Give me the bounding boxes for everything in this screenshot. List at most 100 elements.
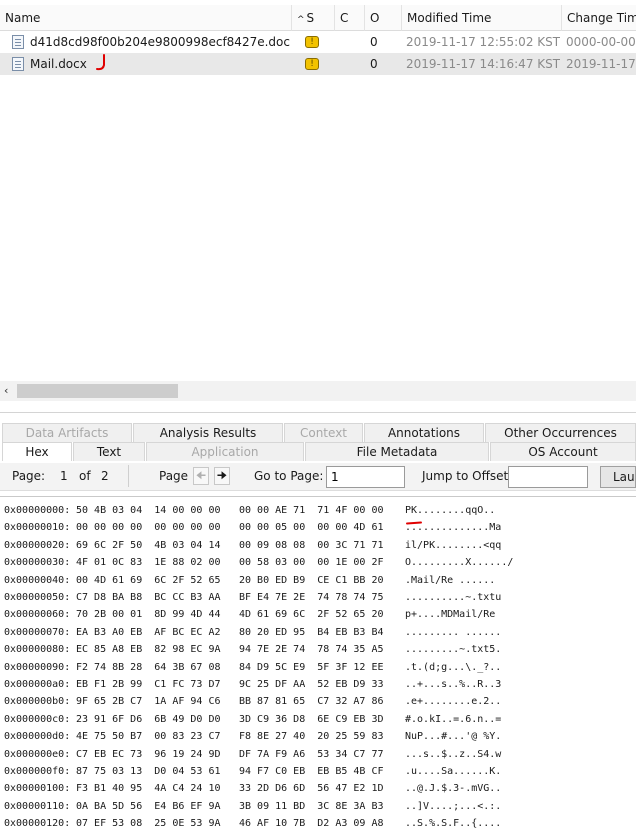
warning-icon: ! — [305, 58, 319, 70]
hex-offset: 0x00000000: — [4, 505, 71, 516]
hex-ascii: .t.(d;g...\._?.. — [405, 661, 502, 673]
column-header-change-time[interactable]: Change Time — [562, 5, 636, 31]
hex-bytes-low: F2 74 8B 28 64 3B 67 08 — [76, 661, 221, 673]
hex-bytes-high: 46 AF 10 7B D2 A3 09 A8 — [239, 818, 384, 830]
goto-page-input[interactable] — [326, 466, 405, 488]
tab-other-occurrences[interactable]: Other Occurrences — [485, 423, 636, 442]
hex-bytes-low: 9F 65 2B C7 1A AF 94 C6 — [76, 696, 221, 708]
hex-bytes-high: 94 F7 C0 EB EB B5 4B CF — [239, 766, 384, 777]
scroll-left-arrow-icon[interactable]: ‹ — [4, 381, 8, 401]
goto-page-label: Go to Page: — [254, 469, 324, 483]
document-icon — [12, 57, 24, 71]
hex-bytes-high: 33 2D D6 6D 56 47 E2 1D — [239, 783, 384, 795]
hex-ascii: NuP...#...'@ %Y. — [405, 731, 502, 743]
hex-bytes-high: 3D C9 36 D8 6E C9 EB 3D — [239, 713, 384, 725]
hex-view: 0x00000000: 50 4B 03 04 14 00 00 00 00 00 … — [0, 496, 636, 829]
launch-hxd-button[interactable]: Launch — [600, 466, 636, 488]
hex-bytes-high: 00 09 08 08 00 3C 71 71 — [239, 539, 384, 551]
panel-divider — [0, 412, 636, 413]
page-current: 1 — [60, 469, 68, 483]
hex-ascii: .Mail/Re ...... — [405, 574, 496, 586]
hex-bytes-low: C7 D8 BA B8 BC CC B3 AA — [76, 592, 221, 603]
change-time: 2019-11-17 — [566, 57, 636, 71]
hex-bytes-low: 4F 01 0C 83 1E 88 02 00 — [76, 557, 221, 569]
hex-offset: 0x00000080: — [4, 644, 71, 656]
occurrence-count: 0 — [370, 57, 378, 71]
hex-offset: 0x00000020: — [4, 539, 71, 551]
document-icon — [12, 35, 24, 49]
hex-ascii: .u....Sa......K. — [405, 766, 502, 777]
modified-time: 2019-11-17 12:55:02 KST — [406, 35, 560, 49]
hex-bytes-low: 0A BA 5D 56 E4 B6 EF 9A — [76, 800, 221, 812]
column-header-modified-time[interactable]: Modified Time — [402, 5, 562, 31]
prev-page-arrow-icon[interactable]: 🠈 — [193, 467, 209, 485]
hex-offset: 0x00000100: — [4, 783, 71, 795]
hex-ascii: ..........~.txtu — [405, 592, 502, 603]
jump-offset-input[interactable] — [508, 466, 588, 488]
column-header-c[interactable]: C — [335, 5, 365, 31]
tab-os-account[interactable]: OS Account — [490, 442, 636, 461]
page-total: 2 — [101, 469, 109, 483]
hex-bytes-high: DF 7A F9 A6 53 34 C7 77 — [239, 748, 384, 760]
column-header-s[interactable]: ^ S — [292, 5, 335, 31]
hex-toolbar: Page: 1 of 2 Page 🠈 🠊 Go to Page: Jump t… — [0, 463, 636, 491]
hex-ascii: il/PK........<qq — [405, 539, 502, 551]
tab-data-artifacts[interactable]: Data Artifacts — [2, 423, 132, 442]
file-name: Mail.docx — [30, 57, 87, 71]
hex-offset: 0x00000090: — [4, 661, 71, 673]
hex-ascii: ..+...s..%..R..3 — [405, 679, 502, 690]
hex-bytes-low: EC 85 A8 EB 82 98 EC 9A — [76, 644, 221, 656]
hex-offset: 0x00000060: — [4, 609, 71, 621]
hex-offset: 0x00000030: — [4, 557, 71, 569]
table-row[interactable]: d41d8cd98f00b204e9800998ecf8427e.docx ! … — [0, 31, 636, 53]
hex-bytes-high: 20 B0 ED B9 CE C1 BB 20 — [239, 574, 384, 586]
hex-offset: 0x00000040: — [4, 574, 71, 586]
tab-text[interactable]: Text — [73, 442, 145, 461]
hex-bytes-high: 94 7E 2E 74 78 74 35 A5 — [239, 644, 384, 656]
horizontal-scrollbar[interactable]: ‹ — [0, 381, 636, 401]
hex-ascii: #.o.kI..=.6.n..= — [405, 713, 502, 725]
modified-time: 2019-11-17 14:16:47 KST — [406, 57, 560, 71]
hex-bytes-low: 00 00 00 00 00 00 00 00 — [76, 522, 221, 534]
hex-bytes-low: EB F1 2B 99 C1 FC 73 D7 — [76, 679, 221, 690]
tab-hex[interactable]: Hex — [2, 442, 72, 461]
sort-ascending-icon: ^ — [297, 15, 305, 25]
column-header-name[interactable]: Name — [0, 5, 292, 31]
tab-file-metadata[interactable]: File Metadata — [305, 442, 489, 461]
hex-bytes-high: 00 58 03 00 00 1E 00 2F — [239, 557, 384, 569]
hex-ascii: ..]V....;...<.:. — [405, 800, 502, 812]
hex-bytes-low: 70 2B 00 01 8D 99 4D 44 — [76, 609, 221, 621]
hex-bytes-low: F3 B1 40 95 4A C4 24 10 — [76, 783, 221, 795]
tab-application[interactable]: Application — [146, 442, 304, 461]
tab-context[interactable]: Context — [284, 423, 363, 442]
hex-bytes-high: 84 D9 5C E9 5F 3F 12 EE — [239, 661, 384, 673]
occurrence-count: 0 — [370, 35, 378, 49]
hex-bytes-low: 50 4B 03 04 14 00 00 00 — [76, 505, 221, 516]
red-check-annotation — [96, 54, 105, 71]
hex-offset: 0x00000010: — [4, 522, 71, 534]
hex-ascii: PK........qqO.. — [405, 505, 496, 516]
scrollbar-thumb[interactable] — [17, 384, 178, 398]
change-time: 0000-00-00 — [566, 35, 636, 49]
hex-ascii: .e+........e.2.. — [405, 696, 502, 708]
hex-ascii: O.........X....../ — [405, 557, 514, 569]
hex-bytes-high: 4D 61 69 6C 2F 52 65 20 — [239, 609, 384, 621]
tab-analysis-results[interactable]: Analysis Results — [133, 423, 283, 442]
hex-ascii: p+....MDMail/Re — [405, 609, 496, 621]
hex-bytes-low: 4E 75 50 B7 00 83 23 C7 — [76, 731, 221, 743]
toolbar-separator — [128, 465, 129, 487]
hex-offset: 0x00000110: — [4, 800, 71, 812]
hex-bytes-low: EA B3 A0 EB AF BC EC A2 — [76, 626, 221, 638]
hex-offset: 0x000000f0: — [4, 766, 71, 777]
hex-offset: 0x000000e0: — [4, 748, 71, 760]
hex-offset: 0x000000d0: — [4, 731, 71, 743]
column-header-o[interactable]: O — [365, 5, 402, 31]
next-page-arrow-icon[interactable]: 🠊 — [214, 467, 230, 485]
hex-bytes-high: 00 00 05 00 00 00 4D 61 — [239, 522, 384, 534]
hex-bytes-low: 69 6C 2F 50 4B 03 04 14 — [76, 539, 221, 551]
hex-ascii: ..S.%.S.F..{.... — [405, 818, 502, 830]
hex-offset: 0x00000070: — [4, 626, 71, 638]
column-header-s-label: S — [306, 11, 315, 25]
tab-annotations[interactable]: Annotations — [364, 423, 484, 442]
hex-bytes-low: 00 4D 61 69 6C 2F 52 65 — [76, 574, 221, 586]
